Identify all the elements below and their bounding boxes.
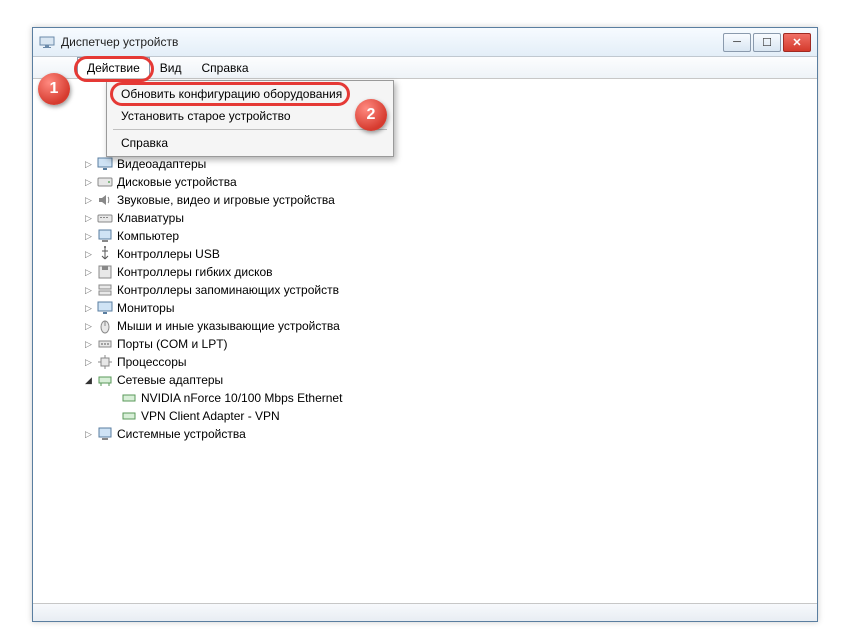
maximize-button[interactable]: ☐ [753,33,781,52]
expander-icon[interactable]: ◢ [83,375,94,386]
tree-label: Процессоры [117,355,187,369]
window-title: Диспетчер устройств [61,35,723,49]
tree-item-keyboards[interactable]: ▷ Клавиатуры [41,209,817,227]
tree-item-disk[interactable]: ▷ Дисковые устройства [41,173,817,191]
tree-item-cpu[interactable]: ▷ Процессоры [41,353,817,371]
expander-icon[interactable]: ▷ [83,321,94,332]
menubar: Действие Вид Справка [33,57,817,79]
annotation-badge-2: 2 [355,99,387,131]
speaker-icon [97,192,113,208]
expander-icon[interactable]: ▷ [83,339,94,350]
expander-icon[interactable]: ▷ [83,429,94,440]
menu-item-refresh-hardware[interactable]: Обновить конфигурацию оборудования [109,83,391,105]
tree-label: VPN Client Adapter - VPN [141,409,280,423]
tree-label: Сетевые адаптеры [117,373,223,387]
expander-icon[interactable]: ▷ [83,285,94,296]
port-icon [97,336,113,352]
monitor-icon [97,300,113,316]
tree-item-network[interactable]: ◢ Сетевые адаптеры [41,371,817,389]
expander-icon[interactable]: ▷ [83,177,94,188]
tree-item-mice[interactable]: ▷ Мыши и иные указывающие устройства [41,317,817,335]
expander-icon[interactable]: ▷ [83,249,94,260]
tree-item-ports[interactable]: ▷ Порты (COM и LPT) [41,335,817,353]
expander-icon[interactable]: ▷ [83,159,94,170]
expander-icon[interactable]: ▷ [83,213,94,224]
tree-label: Контроллеры USB [117,247,220,261]
tree-item-net1[interactable]: · NVIDIA nForce 10/100 Mbps Ethernet [41,389,817,407]
network-adapter-icon [121,390,137,406]
expander-icon[interactable]: ▷ [83,267,94,278]
close-button[interactable]: ✕ [783,33,811,52]
tree-panel: ▷ Видеоадаптеры ▷ Дисковые устройства ▷ … [33,79,817,603]
window-controls: ─ ☐ ✕ [723,33,811,52]
tree-label: Мыши и иные указывающие устройства [117,319,340,333]
mouse-icon [97,318,113,334]
tree-label: NVIDIA nForce 10/100 Mbps Ethernet [141,391,342,405]
tree-label: Мониторы [117,301,174,315]
expander-icon[interactable]: ▷ [83,357,94,368]
menu-separator [113,129,387,130]
system-icon [97,426,113,442]
tree-label: Видеоадаптеры [117,157,206,171]
tree-item-monitors[interactable]: ▷ Мониторы [41,299,817,317]
keyboard-icon [97,210,113,226]
minimize-button[interactable]: ─ [723,33,751,52]
titlebar: Диспетчер устройств ─ ☐ ✕ [33,28,817,57]
action-dropdown: Обновить конфигурацию оборудования Устан… [106,80,394,157]
tree-label: Компьютер [117,229,179,243]
tree-label: Контроллеры запоминающих устройств [117,283,339,297]
expander-icon[interactable]: ▷ [83,195,94,206]
tree-label: Порты (COM и LPT) [117,337,228,351]
tree-label: Звуковые, видео и игровые устройства [117,193,335,207]
cpu-icon [97,354,113,370]
menu-view[interactable]: Вид [150,57,192,78]
storage-icon [97,282,113,298]
tree-label: Контроллеры гибких дисков [117,265,273,279]
floppy-icon [97,264,113,280]
disk-icon [97,174,113,190]
tree-item-computer[interactable]: ▷ Компьютер [41,227,817,245]
tree-item-storage[interactable]: ▷ Контроллеры запоминающих устройств [41,281,817,299]
computer-icon [97,228,113,244]
tree-item-net2[interactable]: · VPN Client Adapter - VPN [41,407,817,425]
menu-item-help[interactable]: Справка [109,132,391,154]
menu-item-add-legacy[interactable]: Установить старое устройство [109,105,391,127]
tree-item-video[interactable]: ▷ Видеоадаптеры [41,155,817,173]
tree-item-system[interactable]: ▷ Системные устройства [41,425,817,443]
network-adapter-icon [121,408,137,424]
app-icon [39,34,55,50]
menu-help[interactable]: Справка [191,57,258,78]
annotation-badge-1: 1 [38,73,70,105]
display-icon [97,156,113,172]
usb-icon [97,246,113,262]
network-icon [97,372,113,388]
menu-action[interactable]: Действие [77,57,150,78]
tree-item-usb[interactable]: ▷ Контроллеры USB [41,245,817,263]
tree-item-floppy[interactable]: ▷ Контроллеры гибких дисков [41,263,817,281]
tree-label: Клавиатуры [117,211,184,225]
expander-icon[interactable]: ▷ [83,231,94,242]
tree-label: Системные устройства [117,427,246,441]
tree-item-sound[interactable]: ▷ Звуковые, видео и игровые устройства [41,191,817,209]
statusbar [33,603,817,621]
expander-icon[interactable]: ▷ [83,303,94,314]
tree-label: Дисковые устройства [117,175,237,189]
